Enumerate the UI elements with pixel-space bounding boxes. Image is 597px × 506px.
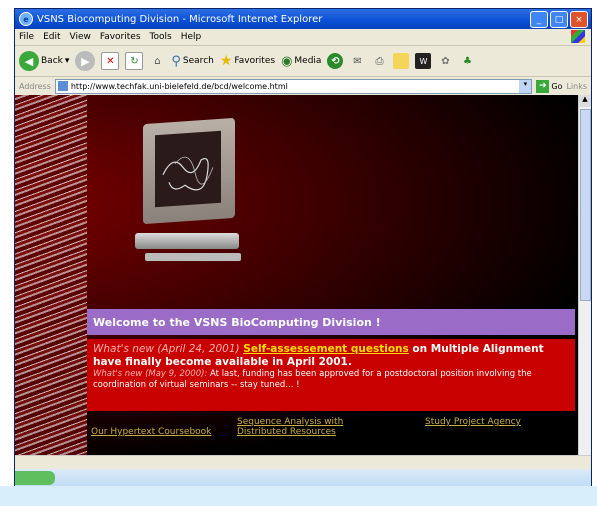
media-button[interactable]: ◉ Media xyxy=(281,54,321,69)
title-bar: e VSNS Biocomputing Division - Microsoft… xyxy=(15,9,591,29)
menu-file[interactable]: File xyxy=(19,32,34,42)
refresh-button[interactable]: ↻ xyxy=(125,52,144,70)
news-item-1: What's new (April 24, 2001) Self-assesse… xyxy=(93,343,569,369)
vertical-scrollbar[interactable]: ▲ xyxy=(578,95,591,455)
study-project-link[interactable]: Study Project Agency xyxy=(425,417,521,427)
word-button[interactable]: W xyxy=(415,53,432,69)
keyboard-image xyxy=(145,253,241,261)
desktop-strip xyxy=(0,486,597,506)
computer-monitor-image xyxy=(135,117,243,271)
go-label: Go xyxy=(551,81,563,91)
news2-date: What's new (May 9, 2000): xyxy=(93,369,208,379)
page-content: Welcome to the VSNS BioComputing Divisio… xyxy=(15,95,579,455)
toolbar: ◀ Back ▾ ▶ ✕ ↻ ⌂ ⚲ Search ★ Favorites ◉ … xyxy=(15,46,591,77)
media-label: Media xyxy=(294,56,322,66)
address-label: Address xyxy=(19,81,51,91)
menu-help[interactable]: Help xyxy=(181,32,202,42)
status-bar xyxy=(15,455,591,470)
monitor-screen xyxy=(155,130,221,208)
star-icon: ★ xyxy=(219,53,233,69)
dna-strand-image xyxy=(15,95,87,455)
welcome-text: Welcome to the VSNS BioComputing Divisio… xyxy=(93,315,381,329)
print-button[interactable]: ⎙ xyxy=(371,53,387,69)
address-dropdown-icon[interactable]: ▾ xyxy=(519,79,532,93)
page-icon xyxy=(57,81,68,91)
maximize-button[interactable]: □ xyxy=(550,11,568,28)
self-assessment-link[interactable]: Self-assessement questions xyxy=(243,343,408,355)
back-dropdown-icon[interactable]: ▾ xyxy=(65,56,70,66)
browser-window: e VSNS Biocomputing Division - Microsoft… xyxy=(14,8,592,488)
links-button[interactable]: Links xyxy=(566,82,587,91)
search-label: Search xyxy=(182,56,214,66)
home-button[interactable]: ⌂ xyxy=(149,53,165,69)
discuss-button[interactable]: ♣ xyxy=(459,53,475,69)
favorites-label: Favorites xyxy=(234,56,276,66)
window-title: VSNS Biocomputing Division - Microsoft I… xyxy=(37,13,323,25)
scroll-up-icon[interactable]: ▲ xyxy=(579,95,591,107)
scroll-thumb[interactable] xyxy=(580,109,591,301)
favorites-button[interactable]: ★ Favorites xyxy=(220,53,275,69)
menu-tools[interactable]: Tools xyxy=(150,32,172,42)
news-box: What's new (April 24, 2001) Self-assesse… xyxy=(87,339,575,411)
media-icon: ◉ xyxy=(281,53,293,69)
back-button[interactable]: ◀ Back ▾ xyxy=(19,51,69,71)
menu-favorites[interactable]: Favorites xyxy=(100,32,141,42)
hypertext-coursebook-link[interactable]: Our Hypertext Coursebook xyxy=(91,427,211,437)
ie-icon: e xyxy=(19,12,33,26)
mail-button[interactable]: ✉ xyxy=(349,53,365,69)
close-button[interactable]: × xyxy=(570,11,588,28)
search-icon: ⚲ xyxy=(171,53,181,69)
back-label: Back xyxy=(41,56,63,66)
back-arrow-icon: ◀ xyxy=(19,51,39,71)
go-arrow-icon: ➔ xyxy=(536,79,550,93)
menu-bar: File Edit View Favorites Tools Help xyxy=(15,29,591,46)
taskbar xyxy=(15,469,591,487)
news-item-2: What's new (May 9, 2000): At last, fundi… xyxy=(93,369,569,391)
folder-button[interactable] xyxy=(393,53,410,69)
go-button[interactable]: ➔ Go xyxy=(536,79,563,93)
sequence-analysis-link[interactable]: Sequence Analysis with Distributed Resou… xyxy=(237,417,367,437)
welcome-banner: Welcome to the VSNS BioComputing Divisio… xyxy=(87,309,575,335)
stop-button[interactable]: ✕ xyxy=(101,52,120,70)
address-bar: Address http://www.techfak.uni-bielefeld… xyxy=(15,77,591,96)
protein-structure-icon xyxy=(162,156,214,191)
news1-date: What's new (April 24, 2001) xyxy=(93,343,240,355)
windows-logo-icon xyxy=(571,30,585,43)
start-button[interactable] xyxy=(15,471,55,485)
minimize-button[interactable]: _ xyxy=(530,11,548,28)
menu-edit[interactable]: Edit xyxy=(43,32,60,42)
menu-view[interactable]: View xyxy=(70,32,91,42)
messenger-button[interactable]: ✿ xyxy=(437,53,453,69)
forward-button[interactable]: ▶ xyxy=(75,51,96,71)
address-field[interactable]: http://www.techfak.uni-bielefeld.de/bcd/… xyxy=(54,78,533,94)
history-button[interactable]: ⟲ xyxy=(327,53,344,69)
search-button[interactable]: ⚲ Search xyxy=(171,54,213,69)
address-url: http://www.techfak.uni-bielefeld.de/bcd/… xyxy=(70,81,288,91)
